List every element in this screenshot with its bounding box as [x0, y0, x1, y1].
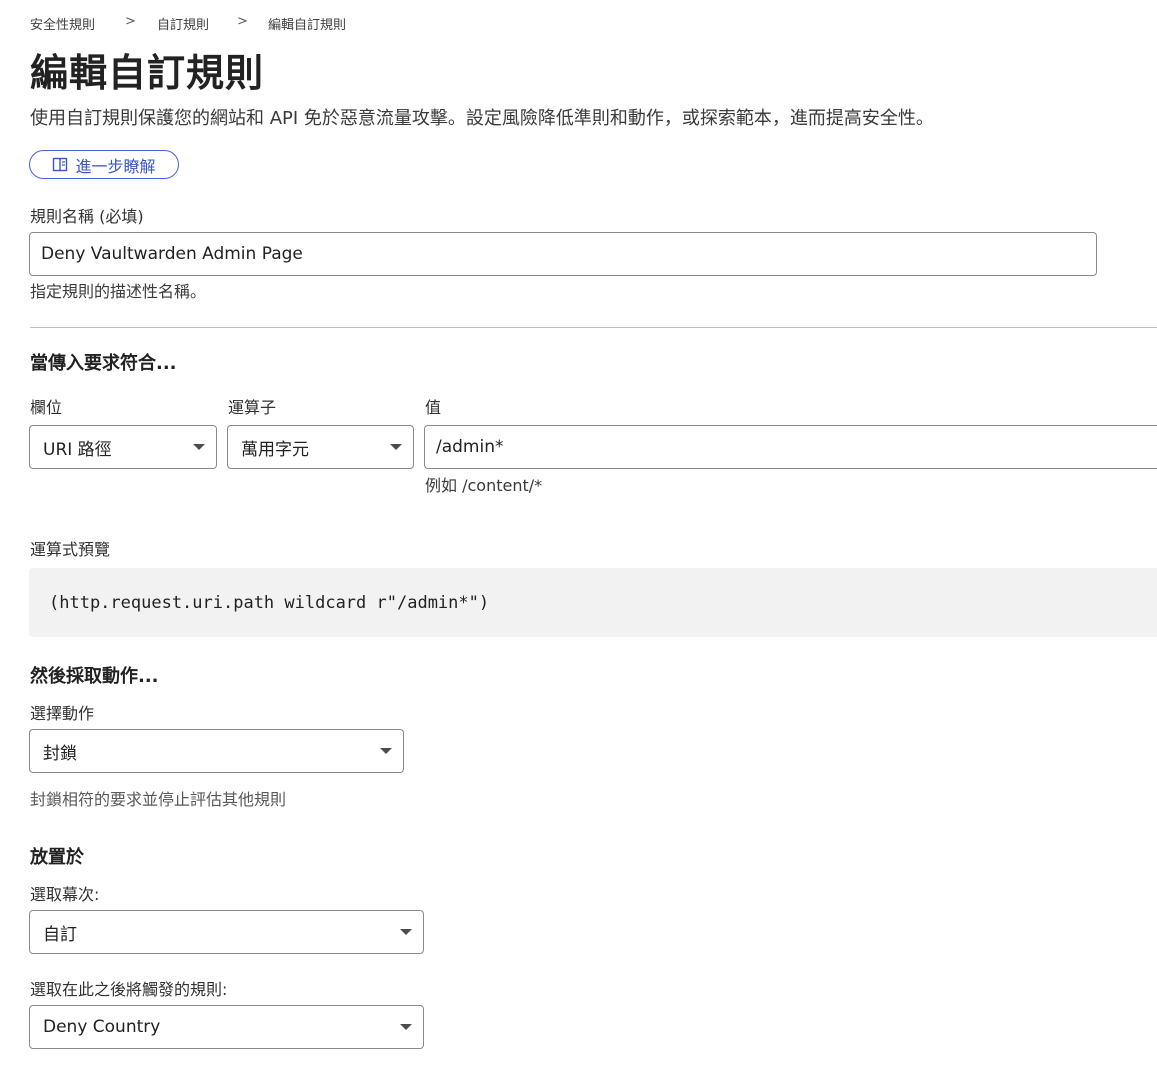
breadcrumb-item-current: 編輯自訂規則 — [268, 18, 347, 33]
action-helper: 封鎖相符的要求並停止評估其他規則 — [30, 790, 287, 809]
rule-name-value: Deny Vaultwarden Admin Page — [41, 244, 303, 264]
order-select-value: 自訂 — [43, 924, 77, 945]
learn-more-button[interactable]: 進一步瞭解 — [29, 150, 179, 179]
value-input[interactable]: /admin* — [424, 425, 1157, 469]
after-rule-select-value: Deny Country — [43, 1017, 161, 1037]
operator-label: 運算子 — [228, 398, 277, 417]
breadcrumb-separator: > — [237, 14, 248, 29]
chevron-down-icon — [380, 748, 392, 754]
value-input-value: /admin* — [436, 437, 504, 457]
section-divider — [30, 327, 1157, 328]
breadcrumb-item-security-rules[interactable]: 安全性規則 — [30, 14, 95, 33]
rule-name-helper: 指定規則的描述性名稱。 — [30, 282, 207, 301]
book-icon — [52, 157, 68, 172]
value-label: 值 — [425, 398, 442, 417]
order-select[interactable]: 自訂 — [29, 910, 424, 954]
field-label: 欄位 — [30, 398, 63, 417]
field-select[interactable]: URI 路徑 — [29, 425, 217, 469]
match-section-title: 當傳入要求符合... — [30, 353, 177, 374]
field-select-value: URI 路徑 — [43, 439, 112, 460]
breadcrumb-separator: > — [125, 14, 136, 29]
placement-section-title: 放置於 — [30, 847, 84, 868]
page-description: 使用自訂規則保護您的網站和 API 免於惡意流量攻擊。設定風險降低準則和動作，或… — [30, 108, 934, 129]
chevron-down-icon — [390, 444, 402, 450]
chevron-down-icon — [193, 444, 205, 450]
chevron-down-icon — [400, 1024, 412, 1030]
operator-select-value: 萬用字元 — [241, 439, 309, 460]
action-select[interactable]: 封鎖 — [29, 729, 404, 773]
rule-name-input[interactable]: Deny Vaultwarden Admin Page — [29, 232, 1097, 276]
after-rule-select[interactable]: Deny Country — [29, 1005, 424, 1049]
breadcrumb-item-custom-rules[interactable]: 自訂規則 — [157, 14, 209, 33]
expression-preview-label: 運算式預覽 — [30, 540, 111, 559]
value-helper: 例如 /content/* — [425, 476, 543, 495]
chevron-down-icon — [400, 929, 412, 935]
rule-name-label: 規則名稱 (必填) — [30, 207, 144, 226]
operator-select[interactable]: 萬用字元 — [227, 425, 414, 469]
action-select-label: 選擇動作 — [30, 704, 95, 723]
after-rule-select-label: 選取在此之後將觸發的規則: — [30, 980, 228, 999]
page-title: 編輯自訂規則 — [30, 51, 265, 95]
learn-more-label: 進一步瞭解 — [75, 156, 156, 176]
action-select-value: 封鎖 — [43, 743, 77, 764]
expression-code-text: (http.request.uri.path wildcard r"/admin… — [49, 592, 490, 613]
action-section-title: 然後採取動作... — [30, 666, 159, 687]
order-select-label: 選取幕次: — [30, 885, 100, 904]
expression-preview-code: (http.request.uri.path wildcard r"/admin… — [29, 568, 1157, 637]
